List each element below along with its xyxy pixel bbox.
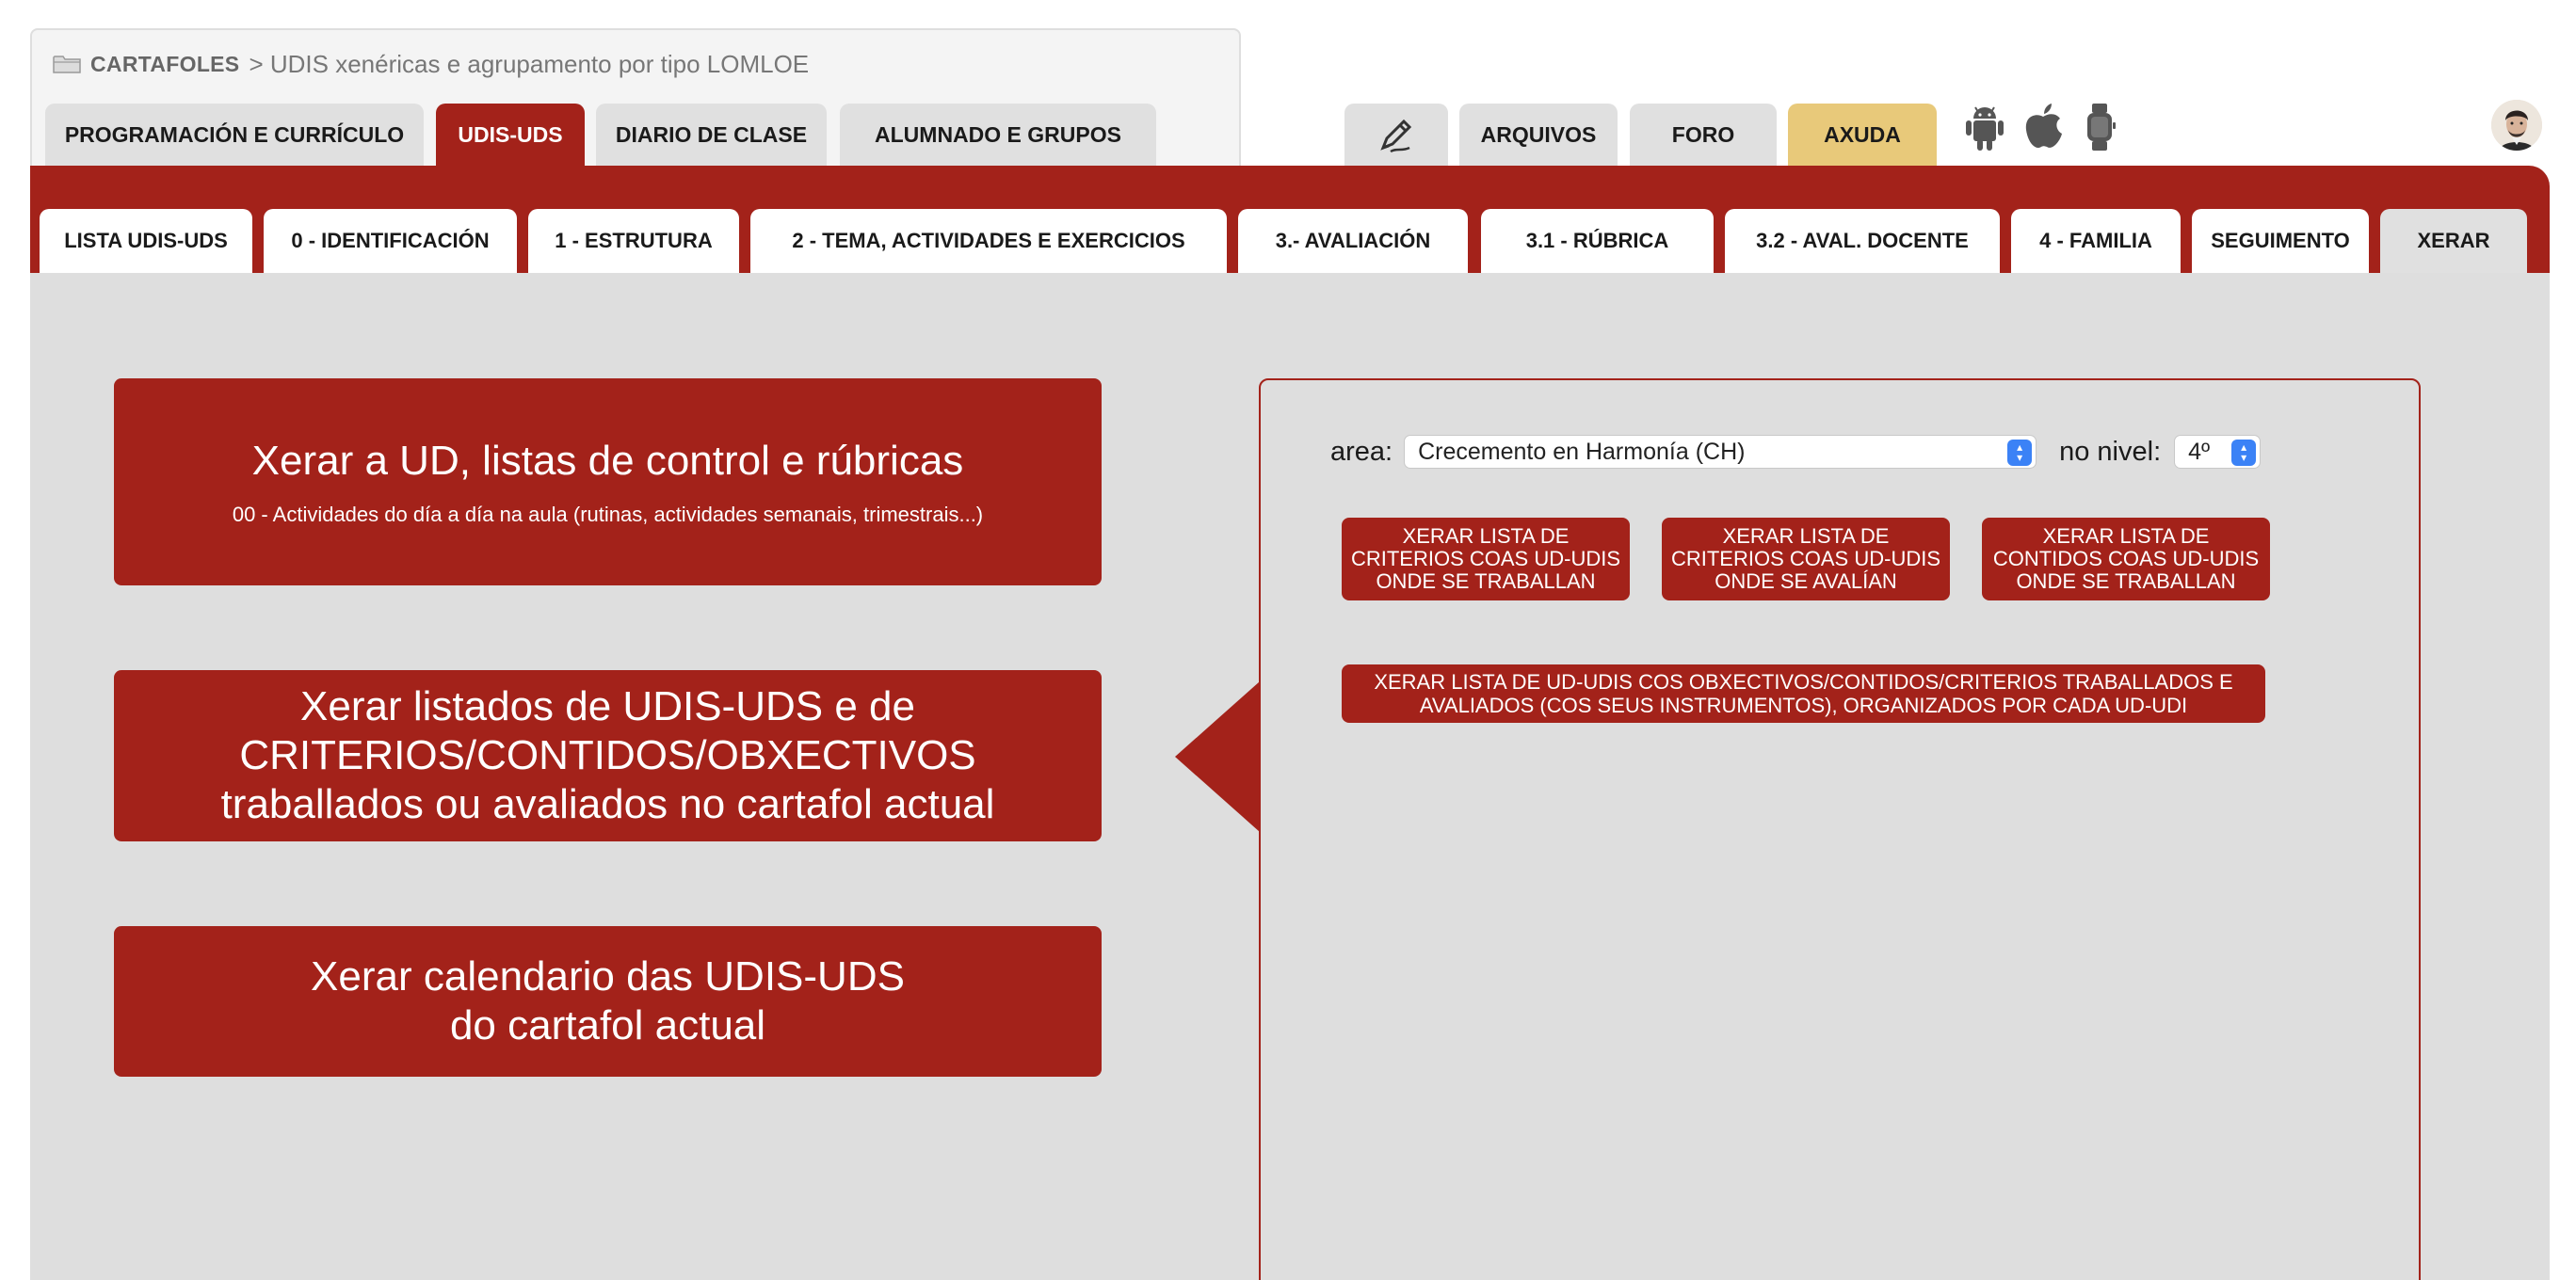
subtab-tema-actividades[interactable]: 2 - TEMA, ACTIVIDADES E EXERCICIOS	[750, 209, 1227, 273]
card-xerar-ud[interactable]: Xerar a UD, listas de control e rúbricas…	[114, 378, 1102, 585]
card-xerar-ud-title: Xerar a UD, listas de control e rúbricas	[251, 438, 964, 484]
avatar-image	[2491, 100, 2542, 151]
tab-axuda[interactable]: AXUDA	[1788, 104, 1937, 166]
subtab-familia[interactable]: 4 - FAMILIA	[2011, 209, 2181, 273]
tab-udis-uds[interactable]: UDIS-UDS	[436, 104, 585, 166]
watch-icon[interactable]	[2075, 100, 2124, 154]
subtab-identificacion[interactable]: 0 - IDENTIFICACIÓN	[264, 209, 517, 273]
level-select[interactable]: 4º ▴ ▾	[2174, 435, 2262, 469]
subtab-lista-udis-uds[interactable]: LISTA UDIS-UDS	[40, 209, 252, 273]
card-calendario-line2: do cartafol actual	[449, 1002, 766, 1048]
card-listados-line3: traballados ou avaliados no cartafol act…	[220, 781, 995, 827]
breadcrumb-home-link[interactable]: CARTAFOLES	[90, 52, 239, 77]
tab-programacion[interactable]: PROGRAMACIÓN E CURRÍCULO	[45, 104, 424, 166]
area-select-value: Crecemento en Harmonía (CH)	[1418, 438, 1746, 465]
subtab-seguimento[interactable]: SEGUIMENTO	[2192, 209, 2369, 273]
tab-edit[interactable]	[1344, 104, 1448, 166]
tab-diario-de-clase[interactable]: DIARIO DE CLASE	[596, 104, 827, 166]
card-listados-line1: Xerar listados de UDIS-UDS e de	[300, 683, 915, 729]
criterios-traballan-button[interactable]: XERAR LISTA DE CRITERIOS COAS UD-UDIS ON…	[1342, 518, 1630, 600]
tab-foro[interactable]: FORO	[1630, 104, 1777, 166]
apple-icon[interactable]	[2019, 100, 2068, 154]
level-label: no nivel:	[2059, 436, 2162, 467]
generator-panel	[1259, 378, 2421, 1280]
contidos-traballan-button[interactable]: XERAR LISTA DE CONTIDOS COAS UD-UDIS OND…	[1982, 518, 2270, 600]
subtab-aval-docente[interactable]: 3.2 - AVAL. DOCENTE	[1725, 209, 2000, 273]
breadcrumb-path: > UDIS xenéricas e agrupamento por tipo …	[249, 49, 810, 78]
card-calendario-line1: Xerar calendario das UDIS-UDS	[311, 953, 905, 1000]
area-label: area:	[1330, 436, 1393, 467]
page: CARTAFOLES > UDIS xenéricas e agrupament…	[0, 0, 2576, 1280]
tab-arquivos[interactable]: ARQUIVOS	[1459, 104, 1618, 166]
subtab-avaliacion[interactable]: 3.- AVALIACIÓN	[1238, 209, 1468, 273]
breadcrumb: CARTAFOLES > UDIS xenéricas e agrupament…	[53, 47, 809, 81]
card-xerar-calendario[interactable]: Xerar calendario das UDIS-UDS do cartafo…	[114, 926, 1102, 1077]
subtab-estrutura[interactable]: 1 - ESTRUTURA	[528, 209, 739, 273]
card-xerar-ud-subtitle: 00 - Actividades do día a día na aula (r…	[232, 503, 984, 526]
criterios-avalian-button[interactable]: XERAR LISTA DE CRITERIOS COAS UD-UDIS ON…	[1662, 518, 1950, 600]
level-select-value: 4º	[2188, 438, 2211, 465]
folder-icon	[53, 56, 81, 73]
lista-ud-udis-button[interactable]: XERAR LISTA DE UD-UDIS COS OBXECTIVOS/CO…	[1342, 664, 2265, 723]
user-avatar[interactable]	[2491, 100, 2542, 151]
subtab-xerar[interactable]: XERAR	[2380, 209, 2527, 273]
subtab-rubrica[interactable]: 3.1 - RÚBRICA	[1481, 209, 1714, 273]
selection-pointer-arrow	[1175, 681, 1260, 832]
tab-alumnado-e-grupos[interactable]: ALUMNADO E GRUPOS	[840, 104, 1156, 166]
area-select[interactable]: Crecemento en Harmonía (CH) ▴ ▾	[1404, 435, 2037, 469]
area-select-chevron-icon: ▴ ▾	[2007, 440, 2033, 466]
card-xerar-listados[interactable]: Xerar listados de UDIS-UDS e de CRITERIO…	[114, 670, 1102, 841]
pen-icon	[1380, 119, 1412, 153]
area-level-row: area: Crecemento en Harmonía (CH) ▴ ▾ no …	[1330, 433, 2262, 471]
card-listados-line2: CRITERIOS/CONTIDOS/OBXECTIVOS	[239, 732, 976, 778]
level-select-chevron-icon: ▴ ▾	[2231, 440, 2257, 466]
android-icon[interactable]	[1960, 100, 2009, 154]
